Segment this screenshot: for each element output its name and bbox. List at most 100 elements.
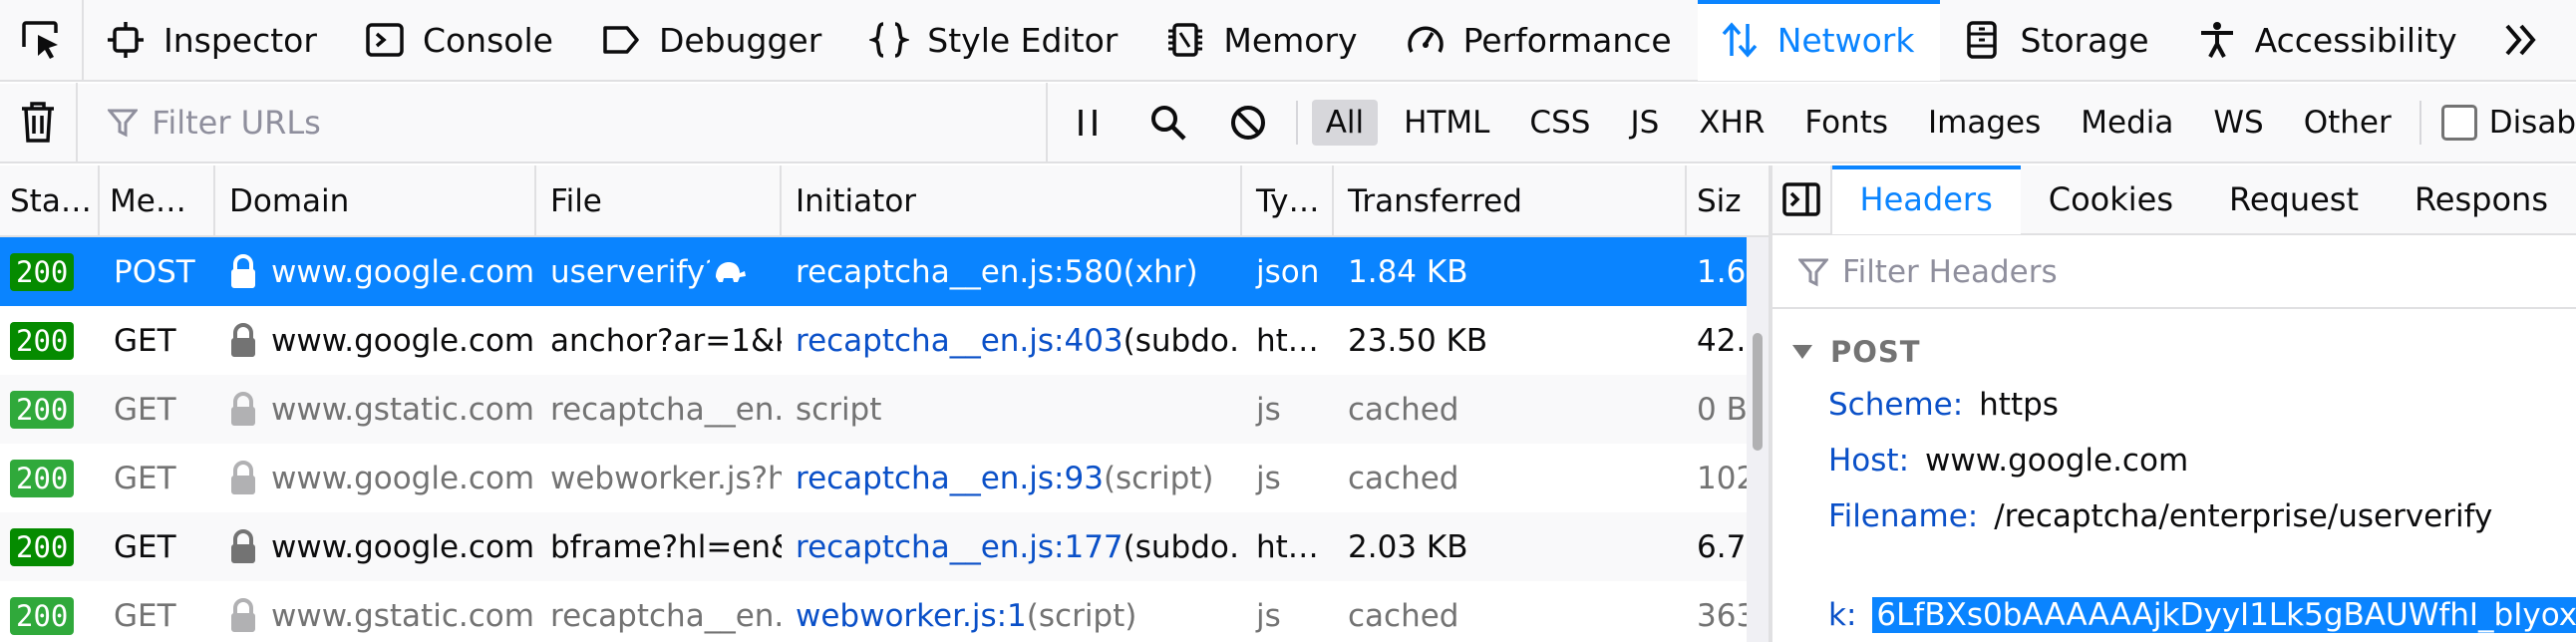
initiator-cell[interactable]: recaptcha__en.js:177 (subdo…	[782, 512, 1242, 581]
table-row[interactable]: 200 GET www.google.com bframe?hl=en&v re…	[0, 512, 1747, 581]
field-value: https	[1979, 387, 2059, 423]
expand-triangle-icon	[1792, 345, 1812, 359]
type-filter-all[interactable]: All	[1311, 100, 1379, 146]
toolbar-divider	[1295, 101, 1298, 145]
column-header-type[interactable]: Ty…	[1242, 165, 1334, 237]
size-cell: 363	[1697, 597, 1747, 634]
tab-storage[interactable]: Storage	[1940, 0, 2174, 81]
size-cell: 1.6	[1697, 253, 1747, 290]
domain-text: www.google.com	[271, 460, 535, 496]
column-header-method[interactable]: Me…	[100, 165, 215, 237]
table-row[interactable]: 200 GET www.google.com anchor?ar=1&k= re…	[0, 306, 1747, 375]
toggle-sidebar-button[interactable]	[1772, 165, 1832, 234]
clear-button[interactable]	[0, 83, 79, 162]
trash-icon	[22, 102, 55, 143]
tab-memory[interactable]: Memory	[1143, 0, 1383, 81]
type-filter-ws[interactable]: WS	[2199, 100, 2277, 146]
method-cell: GET	[114, 528, 176, 565]
field-key: Host:	[1828, 443, 1910, 479]
type-filter-css[interactable]: CSS	[1515, 100, 1604, 146]
tab-style-editor[interactable]: Style Editor	[847, 0, 1143, 81]
devtools-toolbox: Inspector Console Debugger Style Editor …	[0, 0, 2576, 82]
table-row[interactable]: 200 GET www.google.com webworker.js?hl r…	[0, 444, 1747, 512]
tab-inspector[interactable]: Inspector	[84, 0, 343, 81]
tab-headers[interactable]: Headers	[1831, 165, 2021, 234]
size-cell: 42.	[1697, 322, 1747, 359]
tab-console[interactable]: Console	[343, 0, 579, 81]
chevrons-right-icon	[2505, 24, 2536, 56]
initiator-cell[interactable]: webworker.js:1 (script)	[782, 581, 1242, 642]
table-row[interactable]: 200 GET www.gstatic.com recaptcha__en.js…	[0, 581, 1747, 642]
tab-debugger[interactable]: Debugger	[579, 0, 847, 81]
scrollbar-thumb[interactable]	[1753, 333, 1763, 451]
initiator-note: (subdo…	[1123, 322, 1242, 359]
search-icon	[1150, 106, 1186, 141]
status-badge: 200	[10, 459, 75, 497]
type-filter-js[interactable]: JS	[1616, 100, 1673, 146]
initiator-cell[interactable]: recaptcha__en.js:93 (script)	[782, 444, 1242, 512]
table-row[interactable]: 200 POST www.google.com userverify?k rec…	[0, 237, 1747, 306]
request-blocking-button[interactable]	[1208, 83, 1288, 162]
disable-cache-label: Disab	[2488, 105, 2576, 141]
size-cell: 102	[1697, 460, 1747, 496]
element-picker-button[interactable]	[0, 0, 84, 81]
initiator-note: script	[796, 391, 882, 428]
disable-cache-checkbox[interactable]	[2440, 105, 2477, 141]
initiator-link[interactable]: recaptcha__en.js:403	[796, 323, 1124, 359]
column-header-transferred[interactable]: Transferred	[1334, 165, 1687, 237]
filter-urls-placeholder: Filter URLs	[152, 104, 321, 142]
pause-button[interactable]	[1048, 83, 1127, 162]
section-toggle-post[interactable]: POST	[1792, 335, 1921, 369]
tab-performance[interactable]: Performance	[1384, 0, 1698, 81]
tab-request[interactable]: Request	[2201, 165, 2387, 234]
type-filter-media[interactable]: Media	[2067, 100, 2187, 146]
console-icon	[365, 20, 405, 60]
column-header-file[interactable]: File	[536, 165, 782, 237]
domain-cell: www.gstatic.com	[215, 581, 536, 642]
column-header-size[interactable]: Siz	[1687, 165, 1769, 237]
table-row[interactable]: 200 GET www.gstatic.com recaptcha__en.js…	[0, 375, 1747, 444]
transferred-cell: 23.50 KB	[1348, 322, 1488, 359]
lock-icon	[231, 391, 255, 426]
initiator-link[interactable]: recaptcha__en.js:177	[796, 529, 1124, 565]
column-header-initiator[interactable]: Initiator	[782, 165, 1242, 237]
method-cell: GET	[114, 460, 176, 496]
file-cell: anchor?ar=1&k=	[550, 322, 782, 359]
type-filter-images[interactable]: Images	[1914, 100, 2055, 146]
tab-cookies[interactable]: Cookies	[2021, 165, 2201, 234]
transferred-cell: 2.03 KB	[1348, 528, 1468, 565]
pause-icon	[1079, 110, 1098, 136]
lock-icon	[231, 253, 255, 288]
more-tools-button[interactable]	[2483, 0, 2559, 81]
requests-scrollbar[interactable]	[1747, 237, 1769, 642]
disable-cache-toggle[interactable]: Disab	[2440, 105, 2576, 141]
column-header-status[interactable]: Sta…	[0, 165, 100, 237]
domain-text: www.gstatic.com	[271, 391, 534, 428]
type-filter-fonts[interactable]: Fonts	[1790, 100, 1902, 146]
initiator-link[interactable]: recaptcha__en.js:93	[796, 461, 1104, 496]
initiator-link[interactable]: recaptcha__en.js:580	[796, 254, 1124, 290]
search-button[interactable]	[1127, 83, 1207, 162]
details-tabbar: Headers Cookies Request Respons	[1772, 165, 2576, 235]
initiator-cell[interactable]: recaptcha__en.js:403 (subdo…	[782, 306, 1242, 375]
type-filter-other[interactable]: Other	[2290, 100, 2406, 146]
element-picker-icon	[22, 21, 58, 59]
tab-network[interactable]: Network	[1697, 0, 1941, 81]
storage-icon	[1962, 20, 2002, 60]
tab-accessibility[interactable]: Accessibility	[2175, 0, 2483, 81]
type-filter-html[interactable]: HTML	[1390, 100, 1503, 146]
transferred-cell: cached	[1348, 597, 1459, 634]
filter-urls-input[interactable]: Filter URLs	[78, 83, 1049, 162]
domain-cell: www.google.com	[215, 237, 536, 306]
inspector-icon	[106, 20, 146, 60]
column-header-domain[interactable]: Domain	[215, 165, 536, 237]
initiator-cell[interactable]: recaptcha__en.js:580 (xhr)	[782, 237, 1242, 306]
debugger-icon	[601, 20, 641, 60]
tab-label: Style Editor	[927, 20, 1119, 60]
param-value[interactable]: 6LfBXs0bAAAAAAjkDyyI1Lk5gBAUWfhI_bIyox5W	[1872, 597, 2576, 633]
type-filter-xhr[interactable]: XHR	[1685, 100, 1778, 146]
filter-headers-input[interactable]: Filter Headers	[1772, 237, 2576, 309]
initiator-link[interactable]: webworker.js:1	[796, 598, 1027, 634]
tab-label: Network	[1776, 20, 1915, 60]
tab-response[interactable]: Respons	[2387, 165, 2576, 234]
